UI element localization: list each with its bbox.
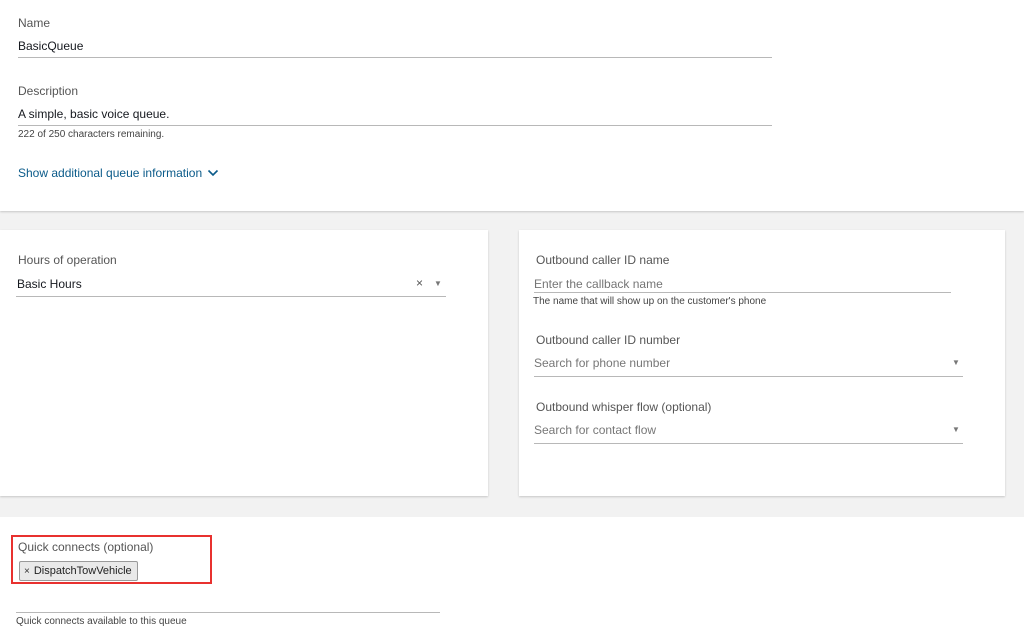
hours-panel: Hours of operation Basic Hours × ▼: [0, 230, 488, 496]
dropdown-caret-icon[interactable]: ▼: [952, 358, 960, 367]
description-input-underline: [18, 125, 772, 126]
dropdown-caret-icon[interactable]: ▼: [952, 425, 960, 434]
remove-chip-icon[interactable]: ×: [24, 566, 30, 577]
clear-icon[interactable]: ×: [416, 276, 423, 290]
caller-number-placeholder: Search for phone number: [534, 356, 671, 370]
name-input-underline: [18, 57, 772, 58]
character-count: 222 of 250 characters remaining.: [18, 129, 165, 140]
caller-number-underline: [534, 376, 963, 377]
hours-label: Hours of operation: [18, 253, 117, 267]
quick-connect-chip-label: DispatchTowVehicle: [33, 565, 132, 577]
dropdown-caret-icon[interactable]: ▼: [434, 279, 442, 288]
quick-connects-underline: [16, 612, 440, 613]
quick-connects-label: Quick connects (optional): [18, 540, 154, 554]
queue-details-panel: Name BasicQueue Description A simple, ba…: [0, 0, 1024, 211]
hours-select-underline: [16, 296, 446, 297]
caller-name-label: Outbound caller ID name: [536, 253, 670, 267]
caller-name-underline: [534, 292, 951, 293]
outbound-panel: Outbound caller ID name The name that wi…: [519, 230, 1005, 496]
quick-connects-hint: Quick connects available to this queue: [16, 616, 187, 627]
quick-connects-panel: Quick connects (optional) × DispatchTowV…: [0, 517, 1024, 635]
show-additional-info-label: Show additional queue information: [18, 166, 203, 180]
caller-number-select[interactable]: Search for phone number ▼: [534, 354, 963, 376]
whisper-flow-placeholder: Search for contact flow: [534, 423, 657, 437]
whisper-flow-label: Outbound whisper flow (optional): [536, 400, 712, 414]
whisper-flow-select[interactable]: Search for contact flow ▼: [534, 421, 963, 443]
chevron-down-icon: [208, 169, 219, 177]
caller-name-input[interactable]: [534, 275, 950, 293]
name-input[interactable]: BasicQueue: [18, 39, 770, 57]
quick-connect-chip[interactable]: × DispatchTowVehicle: [19, 561, 138, 581]
hours-select[interactable]: Basic Hours × ▼: [16, 275, 446, 297]
name-label: Name: [18, 16, 51, 30]
whisper-flow-underline: [534, 443, 963, 444]
hours-select-value: Basic Hours: [17, 277, 82, 291]
caller-number-label: Outbound caller ID number: [536, 333, 681, 347]
show-additional-info-link[interactable]: Show additional queue information: [18, 166, 219, 180]
description-input[interactable]: A simple, basic voice queue.: [18, 107, 770, 125]
description-label: Description: [18, 84, 79, 98]
caller-name-hint: The name that will show up on the custom…: [533, 296, 767, 307]
